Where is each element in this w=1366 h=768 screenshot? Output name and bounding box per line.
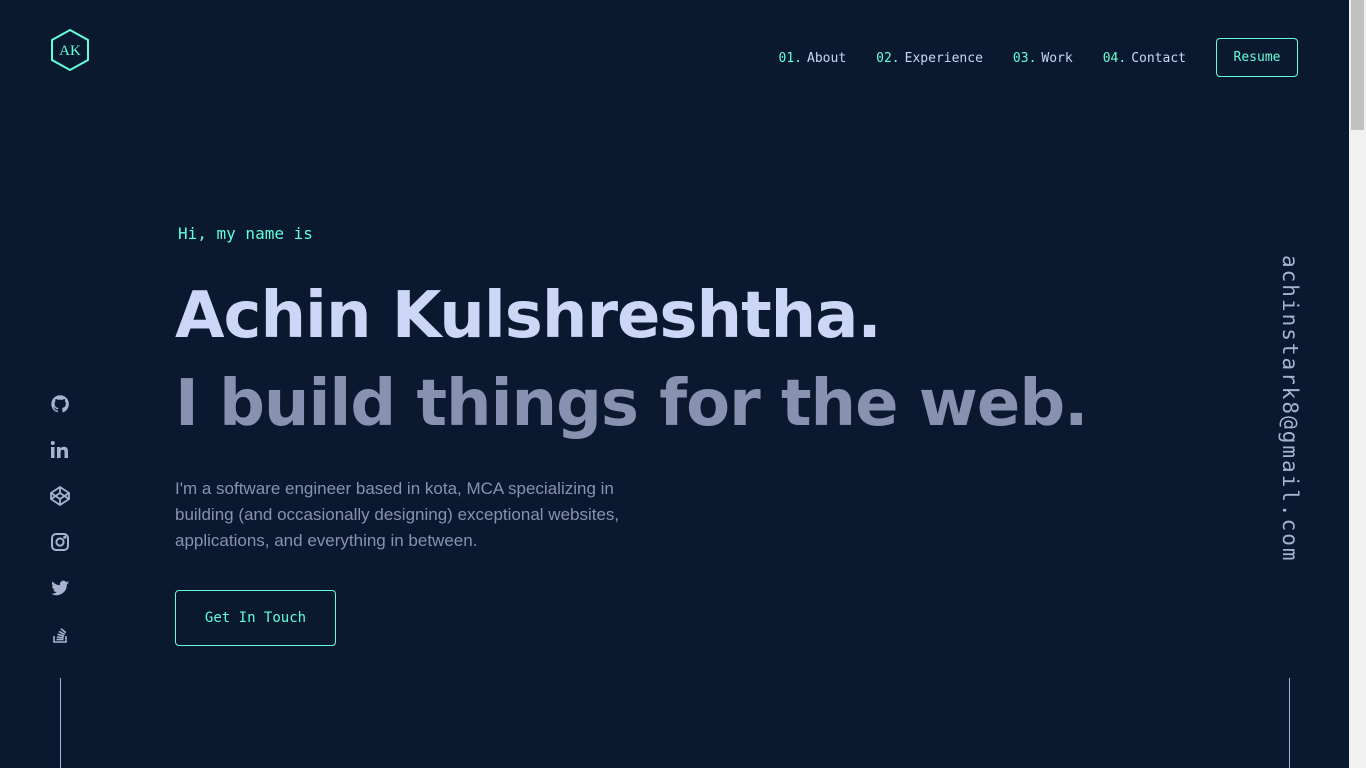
github-icon[interactable]: [48, 392, 72, 416]
nav-label: Work: [1041, 50, 1073, 66]
codepen-icon[interactable]: [48, 484, 72, 508]
stackoverflow-icon[interactable]: [48, 622, 72, 646]
nav-item-work[interactable]: 03. Work: [1013, 49, 1073, 69]
get-in-touch-button[interactable]: Get In Touch: [175, 590, 336, 646]
linkedin-icon[interactable]: [48, 438, 72, 462]
right-divider-line: [1289, 678, 1290, 768]
nav-label: Experience: [904, 50, 983, 66]
social-links: [48, 392, 72, 668]
nav-label: Contact: [1131, 50, 1186, 66]
email-link[interactable]: achinstark8@gmail.com: [1278, 255, 1302, 563]
logo-text: AK: [59, 43, 81, 59]
hexagon-logo-icon: AK: [51, 28, 89, 72]
hero-bio: I'm a software engineer based in kota, M…: [175, 479, 620, 550]
hero-name: Achin Kulshreshtha.: [175, 279, 882, 353]
nav-label: About: [807, 50, 847, 66]
instagram-icon[interactable]: [48, 530, 72, 554]
scrollbar-thumb[interactable]: [1351, 0, 1364, 130]
nav-number: 02.: [876, 50, 900, 66]
hero-tagline: I build things for the web.: [175, 367, 1088, 441]
resume-button[interactable]: Resume: [1216, 38, 1298, 77]
nav-number: 01.: [778, 50, 803, 66]
twitter-icon[interactable]: [48, 576, 72, 600]
nav-number: 04.: [1102, 50, 1127, 66]
nav-item-contact[interactable]: 04. Contact: [1103, 49, 1186, 69]
left-divider-line: [60, 678, 61, 768]
scrollbar[interactable]: [1349, 0, 1366, 768]
nav-item-experience[interactable]: 02. Experience: [876, 49, 983, 69]
nav-item-about[interactable]: 01. About: [779, 49, 847, 69]
hero-greeting: Hi, my name is: [178, 224, 313, 243]
nav-number: 03.: [1012, 50, 1037, 66]
main-nav: 01. About 02. Experience 03. Work 04. Co…: [779, 38, 1298, 77]
hero-section: Hi, my name is Achin Kulshreshtha. I bui…: [175, 220, 1088, 554]
logo[interactable]: AK: [50, 28, 90, 72]
